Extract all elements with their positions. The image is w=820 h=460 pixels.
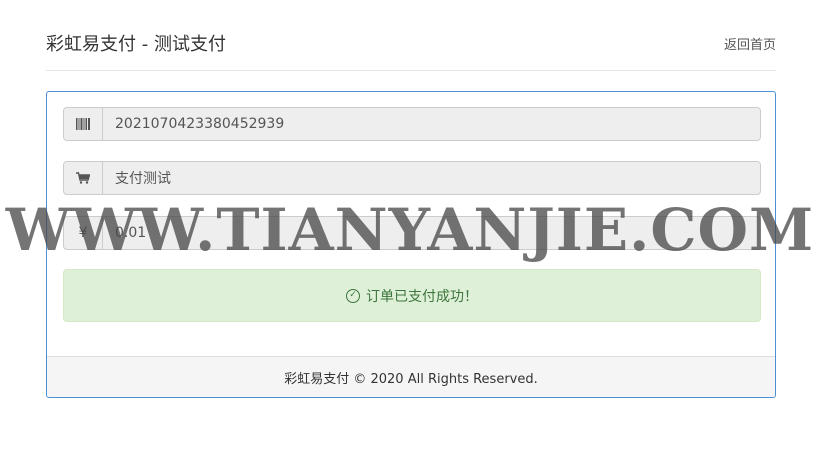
cart-icon bbox=[64, 162, 103, 194]
barcode-icon bbox=[64, 108, 103, 140]
payment-panel: 2021070423380452939 支付测试 ¥ 0.01 ✓ 订单已支付成… bbox=[46, 91, 776, 398]
product-name-field[interactable]: 支付测试 bbox=[63, 161, 761, 195]
success-message: 订单已支付成功！ bbox=[366, 288, 478, 305]
back-home-link[interactable]: 返回首页 bbox=[724, 34, 776, 53]
page-header: 彩虹易支付 - 测试支付 返回首页 bbox=[46, 26, 776, 71]
order-number-field[interactable]: 2021070423380452939 bbox=[63, 107, 761, 141]
amount-field[interactable]: ¥ 0.01 bbox=[63, 216, 761, 250]
page-title: 彩虹易支付 - 测试支付 bbox=[46, 34, 226, 55]
product-name-value: 支付测试 bbox=[115, 171, 171, 187]
amount-value: 0.01 bbox=[115, 225, 147, 241]
panel-footer: 彩虹易支付 © 2020 All Rights Reserved. bbox=[47, 356, 775, 397]
success-alert: ✓ 订单已支付成功！ bbox=[63, 269, 761, 322]
order-number-value: 2021070423380452939 bbox=[115, 116, 285, 132]
yen-icon: ¥ bbox=[64, 217, 103, 249]
check-circle-icon: ✓ bbox=[346, 288, 360, 303]
copyright-text: 彩虹易支付 © 2020 All Rights Reserved. bbox=[284, 371, 538, 387]
